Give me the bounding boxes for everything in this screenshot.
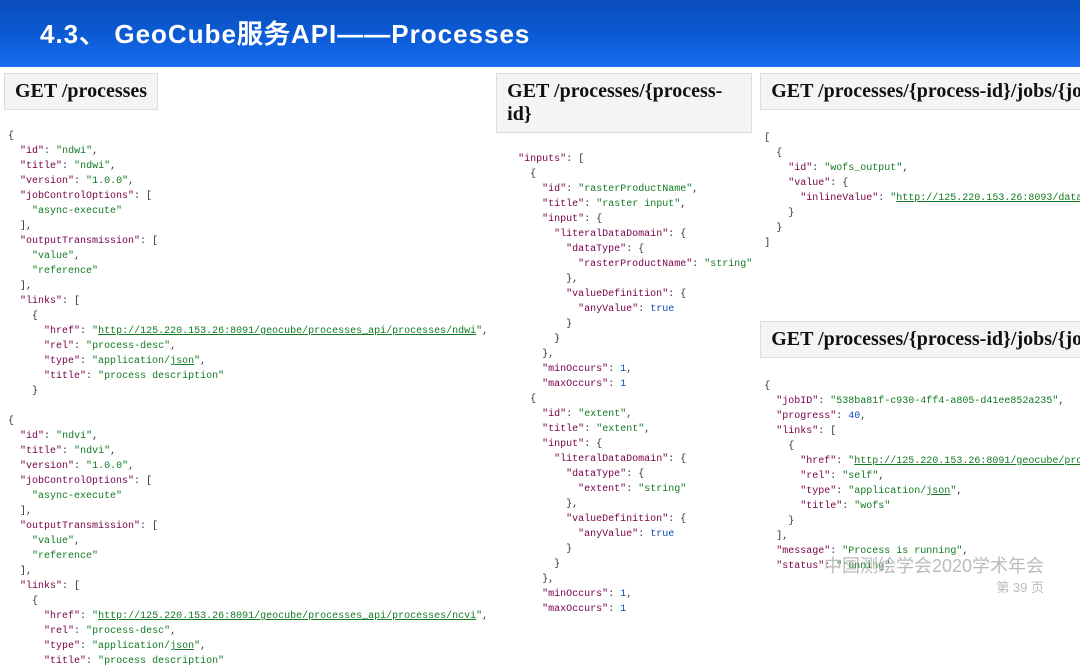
code-ndvi: { "id": "ndvi", "title": "ndvi", "versio… xyxy=(4,399,488,669)
main-content: GET /processes { "id": "ndwi", "title": … xyxy=(0,67,1080,574)
col-left: GET /processes { "id": "ndwi", "title": … xyxy=(4,73,488,574)
api-label-processes: GET /processes xyxy=(4,73,158,110)
slide-title: 4.3、 GeoCube服务API——Processes xyxy=(0,0,1080,67)
footer: 中国测绘学会2020学术年会 第 39 页 xyxy=(824,554,1044,597)
api-label-results: GET /processes/{process-id}/jobs/{job-id… xyxy=(760,73,1080,110)
col-right: GET /processes/{process-id}/jobs/{job-id… xyxy=(760,73,1080,574)
api-label-job: GET /processes/{process-id}/jobs/{job-id… xyxy=(760,321,1080,358)
code-inputs: "inputs": [ { "id": "rasterProductName",… xyxy=(496,137,752,617)
footer-org: 中国测绘学会2020学术年会 xyxy=(824,554,1044,579)
code-job: { "jobID": "538ba81f-c930-4ff4-a805-d41e… xyxy=(760,364,1080,574)
footer-page: 第 39 页 xyxy=(824,579,1044,597)
code-ndwi: { "id": "ndwi", "title": "ndwi", "versio… xyxy=(4,114,488,399)
col-mid: GET /processes/{process-id} "inputs": [ … xyxy=(496,73,752,574)
api-label-process-id: GET /processes/{process-id} xyxy=(496,73,752,133)
code-results: [ { "id": "wofs_output", "value": { "inl… xyxy=(760,116,1080,251)
